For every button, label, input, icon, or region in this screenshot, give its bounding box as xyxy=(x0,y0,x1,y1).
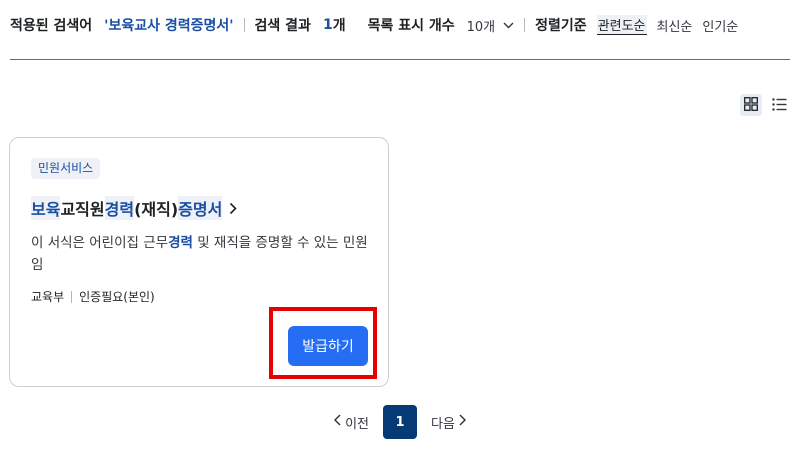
list-view-button[interactable] xyxy=(768,94,790,116)
category-badge: 민원서비스 xyxy=(31,158,101,179)
meta-divider xyxy=(71,290,73,303)
applied-query-label: 적용된 검색어 xyxy=(10,18,93,34)
grid-view-button[interactable] xyxy=(740,94,762,116)
applied-query-value: '보육교사 경력증명서' xyxy=(104,18,234,34)
chevron-right-icon xyxy=(229,202,237,215)
result-description: 이 서식은 어린이집 근무경력 및 재직을 증명할 수 있는 민원임 xyxy=(31,232,371,276)
result-count-unit: 개 xyxy=(332,18,346,34)
meta-auth: 인증필요(본인) xyxy=(79,290,155,304)
meta-agency: 교육부 xyxy=(31,290,65,304)
prev-page-button[interactable]: 이전 xyxy=(334,413,369,432)
next-page-button[interactable]: 다음 xyxy=(431,413,466,432)
header-divider xyxy=(10,59,790,60)
chevron-down-icon xyxy=(503,22,514,29)
result-title-link[interactable]: 보육 교직원 경력 (재직) 증명서 xyxy=(31,196,237,220)
list-size-label: 목록 표시 개수 xyxy=(367,18,455,34)
summary-divider xyxy=(524,18,526,32)
view-toggle xyxy=(740,94,790,116)
chevron-right-icon xyxy=(459,414,466,430)
result-count-label: 검색 결과 xyxy=(254,18,311,34)
sort-option-relevance[interactable]: 관련도순 xyxy=(596,15,647,35)
sort-label: 정렬기준 xyxy=(535,18,587,34)
title-text: (재직) xyxy=(134,200,179,219)
title-highlight: 경력 xyxy=(104,196,135,220)
title-highlight: 보육 xyxy=(31,196,61,220)
title-text: 교직원 xyxy=(60,200,105,219)
chevron-left-icon xyxy=(334,414,341,430)
sort-option-latest[interactable]: 최신순 xyxy=(657,16,693,35)
list-view-icon xyxy=(771,96,787,115)
grid-view-icon xyxy=(744,96,758,115)
page-1-button[interactable]: 1 xyxy=(383,405,417,439)
result-count-value: 1 xyxy=(322,17,333,33)
description-text: 이 서식은 어린이집 근무 xyxy=(31,235,169,251)
result-meta: 교육부 인증필요(본인) xyxy=(31,288,155,305)
description-keyword: 경력 xyxy=(168,235,193,251)
pagination: 이전 1 다음 xyxy=(0,405,800,439)
title-highlight: 증명서 xyxy=(178,196,223,220)
list-size-value: 10개 xyxy=(466,19,496,35)
summary-divider xyxy=(243,18,245,32)
list-size-select[interactable]: 10개 xyxy=(467,16,515,35)
search-summary-bar: 적용된 검색어 '보육교사 경력증명서' 검색 결과 1개 목록 표시 개수 1… xyxy=(10,13,738,37)
next-page-label: 다음 xyxy=(431,416,455,432)
prev-page-label: 이전 xyxy=(345,416,369,432)
highlight-box xyxy=(269,307,377,379)
sort-option-popular[interactable]: 인기순 xyxy=(702,16,738,35)
